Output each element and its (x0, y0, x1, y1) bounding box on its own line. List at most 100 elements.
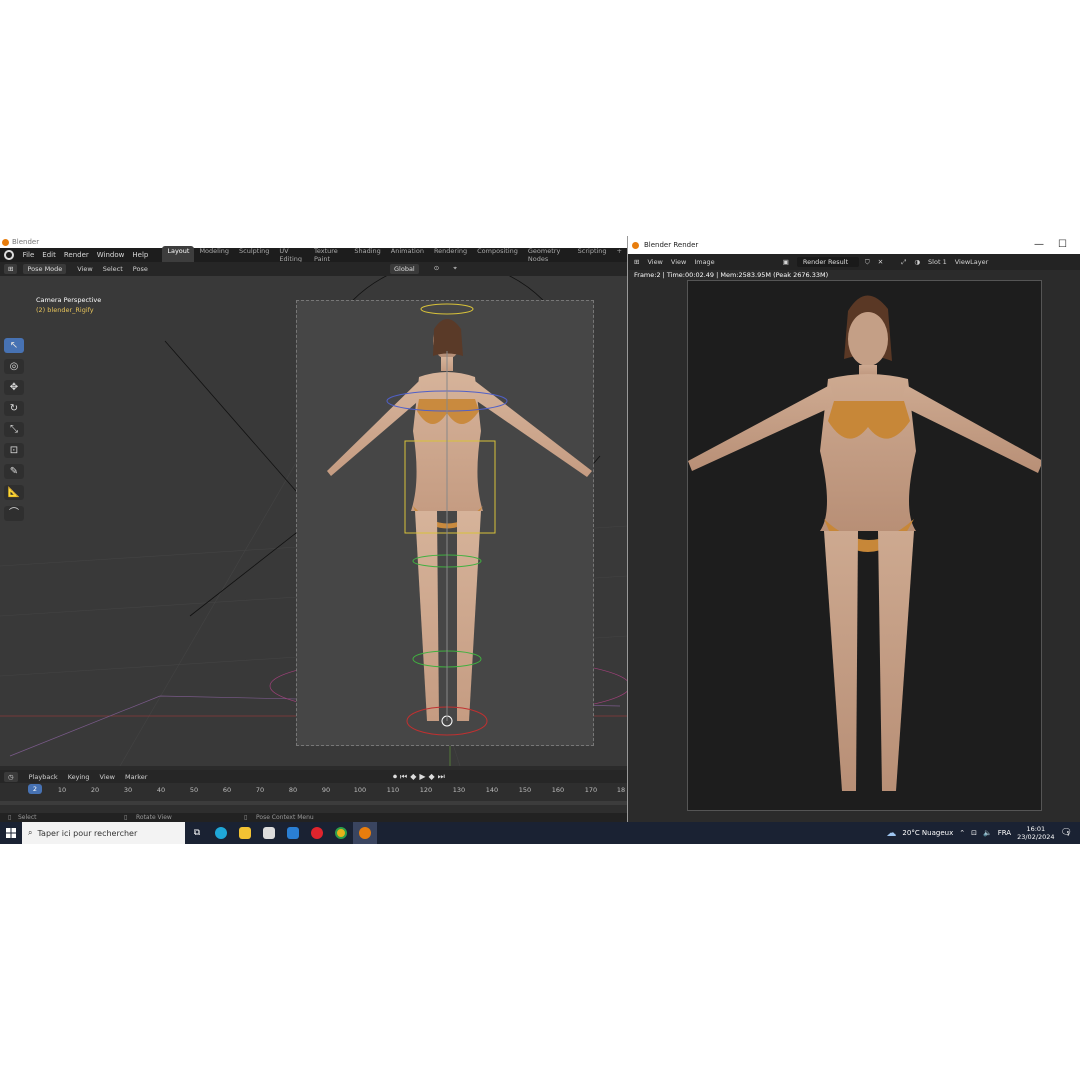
timeline-tick: 18 (616, 786, 626, 794)
timeline-editor-icon[interactable]: ◷ (4, 771, 18, 782)
fake-user-icon[interactable]: ⛉ (865, 258, 870, 267)
timeline-tick: 90 (321, 786, 331, 794)
windows-logo-icon (6, 828, 16, 838)
timeline-tick: 80 (288, 786, 298, 794)
blender-logo-icon (2, 239, 9, 246)
taskbar-search-box[interactable]: ⌕ Taper ici pour rechercher (22, 822, 185, 844)
status-bar: ▯ Select ▯ Rotate View ▯ Pose Context Me… (0, 813, 627, 822)
render-menu-image[interactable]: Image (694, 258, 714, 266)
transform-controls: Global ⊙ ⌖ (390, 264, 462, 274)
3d-viewport[interactable]: Camera Perspective (2) blender_Rigify ↖ … (0, 276, 627, 766)
next-key-icon[interactable]: ◆ (429, 772, 435, 782)
snap-icon[interactable]: ⌖ (448, 264, 462, 274)
menu-select[interactable]: Select (98, 265, 128, 273)
render-titlebar: Blender Render — ☐ (628, 236, 1080, 254)
clock[interactable]: 16:01 23/02/2024 (1017, 825, 1054, 841)
render-result-field[interactable]: Render Result (796, 257, 859, 267)
menu-help[interactable]: Help (128, 251, 152, 259)
slot-select[interactable]: Slot 1 (928, 258, 947, 266)
current-frame-indicator[interactable]: 2 (28, 784, 42, 794)
chevron-up-icon[interactable]: ⌃ (959, 829, 965, 837)
jump-start-icon[interactable]: ⏮ (400, 772, 407, 782)
camera-perspective-label: Camera Perspective (36, 296, 102, 304)
record-icon[interactable]: ⏺ (393, 772, 397, 782)
chrome-icon[interactable] (329, 822, 353, 844)
timeline-tick: 50 (189, 786, 199, 794)
weather-text[interactable]: 20°C Nuageux (902, 829, 953, 837)
bone-size-tool-icon[interactable]: ⌒ (4, 506, 24, 521)
timeline-tick: 120 (419, 786, 433, 794)
timeline-view-menu[interactable]: View (95, 773, 120, 781)
timeline-scrollbar[interactable] (0, 801, 627, 805)
timeline-marker-menu[interactable]: Marker (120, 773, 152, 781)
gizmo-icon[interactable]: ⤢ (901, 258, 906, 267)
store-icon[interactable] (257, 822, 281, 844)
prev-key-icon[interactable]: ◆ (410, 772, 416, 782)
blender-menubar: File Edit Render Window Help Layout Mode… (0, 246, 627, 264)
volume-icon[interactable]: 🔈 (983, 829, 992, 837)
blender-menu-icon[interactable] (4, 250, 14, 260)
status-select: Select (18, 814, 37, 821)
timeline-tick: 60 (222, 786, 232, 794)
annotate-tool-icon[interactable]: ✎ (4, 464, 24, 479)
cloud-icon: ☁ (886, 827, 897, 839)
mail-icon[interactable] (281, 822, 305, 844)
search-icon: ⌕ (28, 828, 33, 837)
close-image-icon[interactable]: ✕ (878, 258, 883, 266)
minimize-icon[interactable]: — (1034, 236, 1044, 254)
search-placeholder: Taper ici pour rechercher (37, 828, 138, 838)
timeline-playback-menu[interactable]: Playback (24, 773, 63, 781)
timeline-tick: 140 (485, 786, 499, 794)
blender-taskbar-icon[interactable] (353, 822, 377, 844)
display-channels-icon[interactable]: ◑ (914, 258, 920, 266)
move-tool-icon[interactable]: ✥ (4, 380, 24, 395)
select-box-tool-icon[interactable]: ↖ (4, 338, 24, 353)
network-icon[interactable]: ⊡ (971, 829, 977, 837)
cursor-tool-icon[interactable]: ◎ (4, 359, 24, 374)
render-menu-view-2[interactable]: View (671, 258, 686, 266)
task-view-icon[interactable]: ⧉ (185, 822, 209, 844)
timeline[interactable]: 2 10 20 30 40 50 60 70 80 90 100 110 120… (0, 783, 627, 813)
blender-title: Blender (12, 238, 40, 246)
timeline-tick: 150 (518, 786, 532, 794)
mode-select[interactable]: Pose Mode (23, 264, 67, 274)
menu-view[interactable]: View (72, 265, 97, 273)
editor-type-icon[interactable]: ⊞ (634, 258, 639, 266)
notification-icon[interactable]: 🗨 5 (1061, 828, 1072, 838)
clock-date: 23/02/2024 (1017, 833, 1055, 841)
language-indicator[interactable]: FRA (998, 829, 1011, 837)
status-rotate: Rotate View (136, 814, 172, 821)
rotate-tool-icon[interactable]: ↻ (4, 401, 24, 416)
orientation-select[interactable]: Global (390, 264, 419, 274)
render-result-image[interactable] (687, 280, 1042, 811)
menu-window[interactable]: Window (93, 251, 129, 259)
timeline-tick: 170 (584, 786, 598, 794)
play-icon[interactable]: ▶ (419, 772, 425, 782)
render-menu-view-1[interactable]: View (647, 258, 662, 266)
scale-tool-icon[interactable]: ⤡ (4, 422, 24, 437)
timeline-tick: 160 (551, 786, 565, 794)
timeline-keying-menu[interactable]: Keying (63, 773, 95, 781)
transform-tool-icon[interactable]: ⊡ (4, 443, 24, 458)
menu-render[interactable]: Render (60, 251, 93, 259)
file-explorer-icon[interactable] (233, 822, 257, 844)
system-tray: ☁ 20°C Nuageux ⌃ ⊡ 🔈 FRA 16:01 23/02/202… (886, 822, 1080, 844)
menu-file[interactable]: File (19, 251, 39, 259)
editor-type-icon[interactable]: ⊞ (4, 264, 18, 274)
measure-tool-icon[interactable]: 📐 (4, 485, 24, 500)
timeline-tick: 40 (156, 786, 166, 794)
opera-icon[interactable] (305, 822, 329, 844)
maximize-icon[interactable]: ☐ (1058, 236, 1067, 254)
timeline-tick: 100 (353, 786, 367, 794)
edge-icon[interactable] (209, 822, 233, 844)
menu-edit[interactable]: Edit (38, 251, 60, 259)
image-browse-icon[interactable]: ▣ (783, 258, 789, 266)
view-layer-select[interactable]: ViewLayer (955, 258, 989, 266)
jump-end-icon[interactable]: ⏭ (438, 772, 445, 782)
timeline-header: ◷ Playback Keying View Marker ⏺ ⏮ ◆ ▶ ◆ … (0, 770, 627, 783)
status-context: Pose Context Menu (256, 814, 314, 821)
pivot-icon[interactable]: ⊙ (429, 264, 444, 274)
playback-controls: ⏺ ⏮ ◆ ▶ ◆ ⏭ (393, 772, 445, 782)
start-button[interactable] (0, 822, 22, 844)
menu-pose[interactable]: Pose (128, 265, 153, 273)
